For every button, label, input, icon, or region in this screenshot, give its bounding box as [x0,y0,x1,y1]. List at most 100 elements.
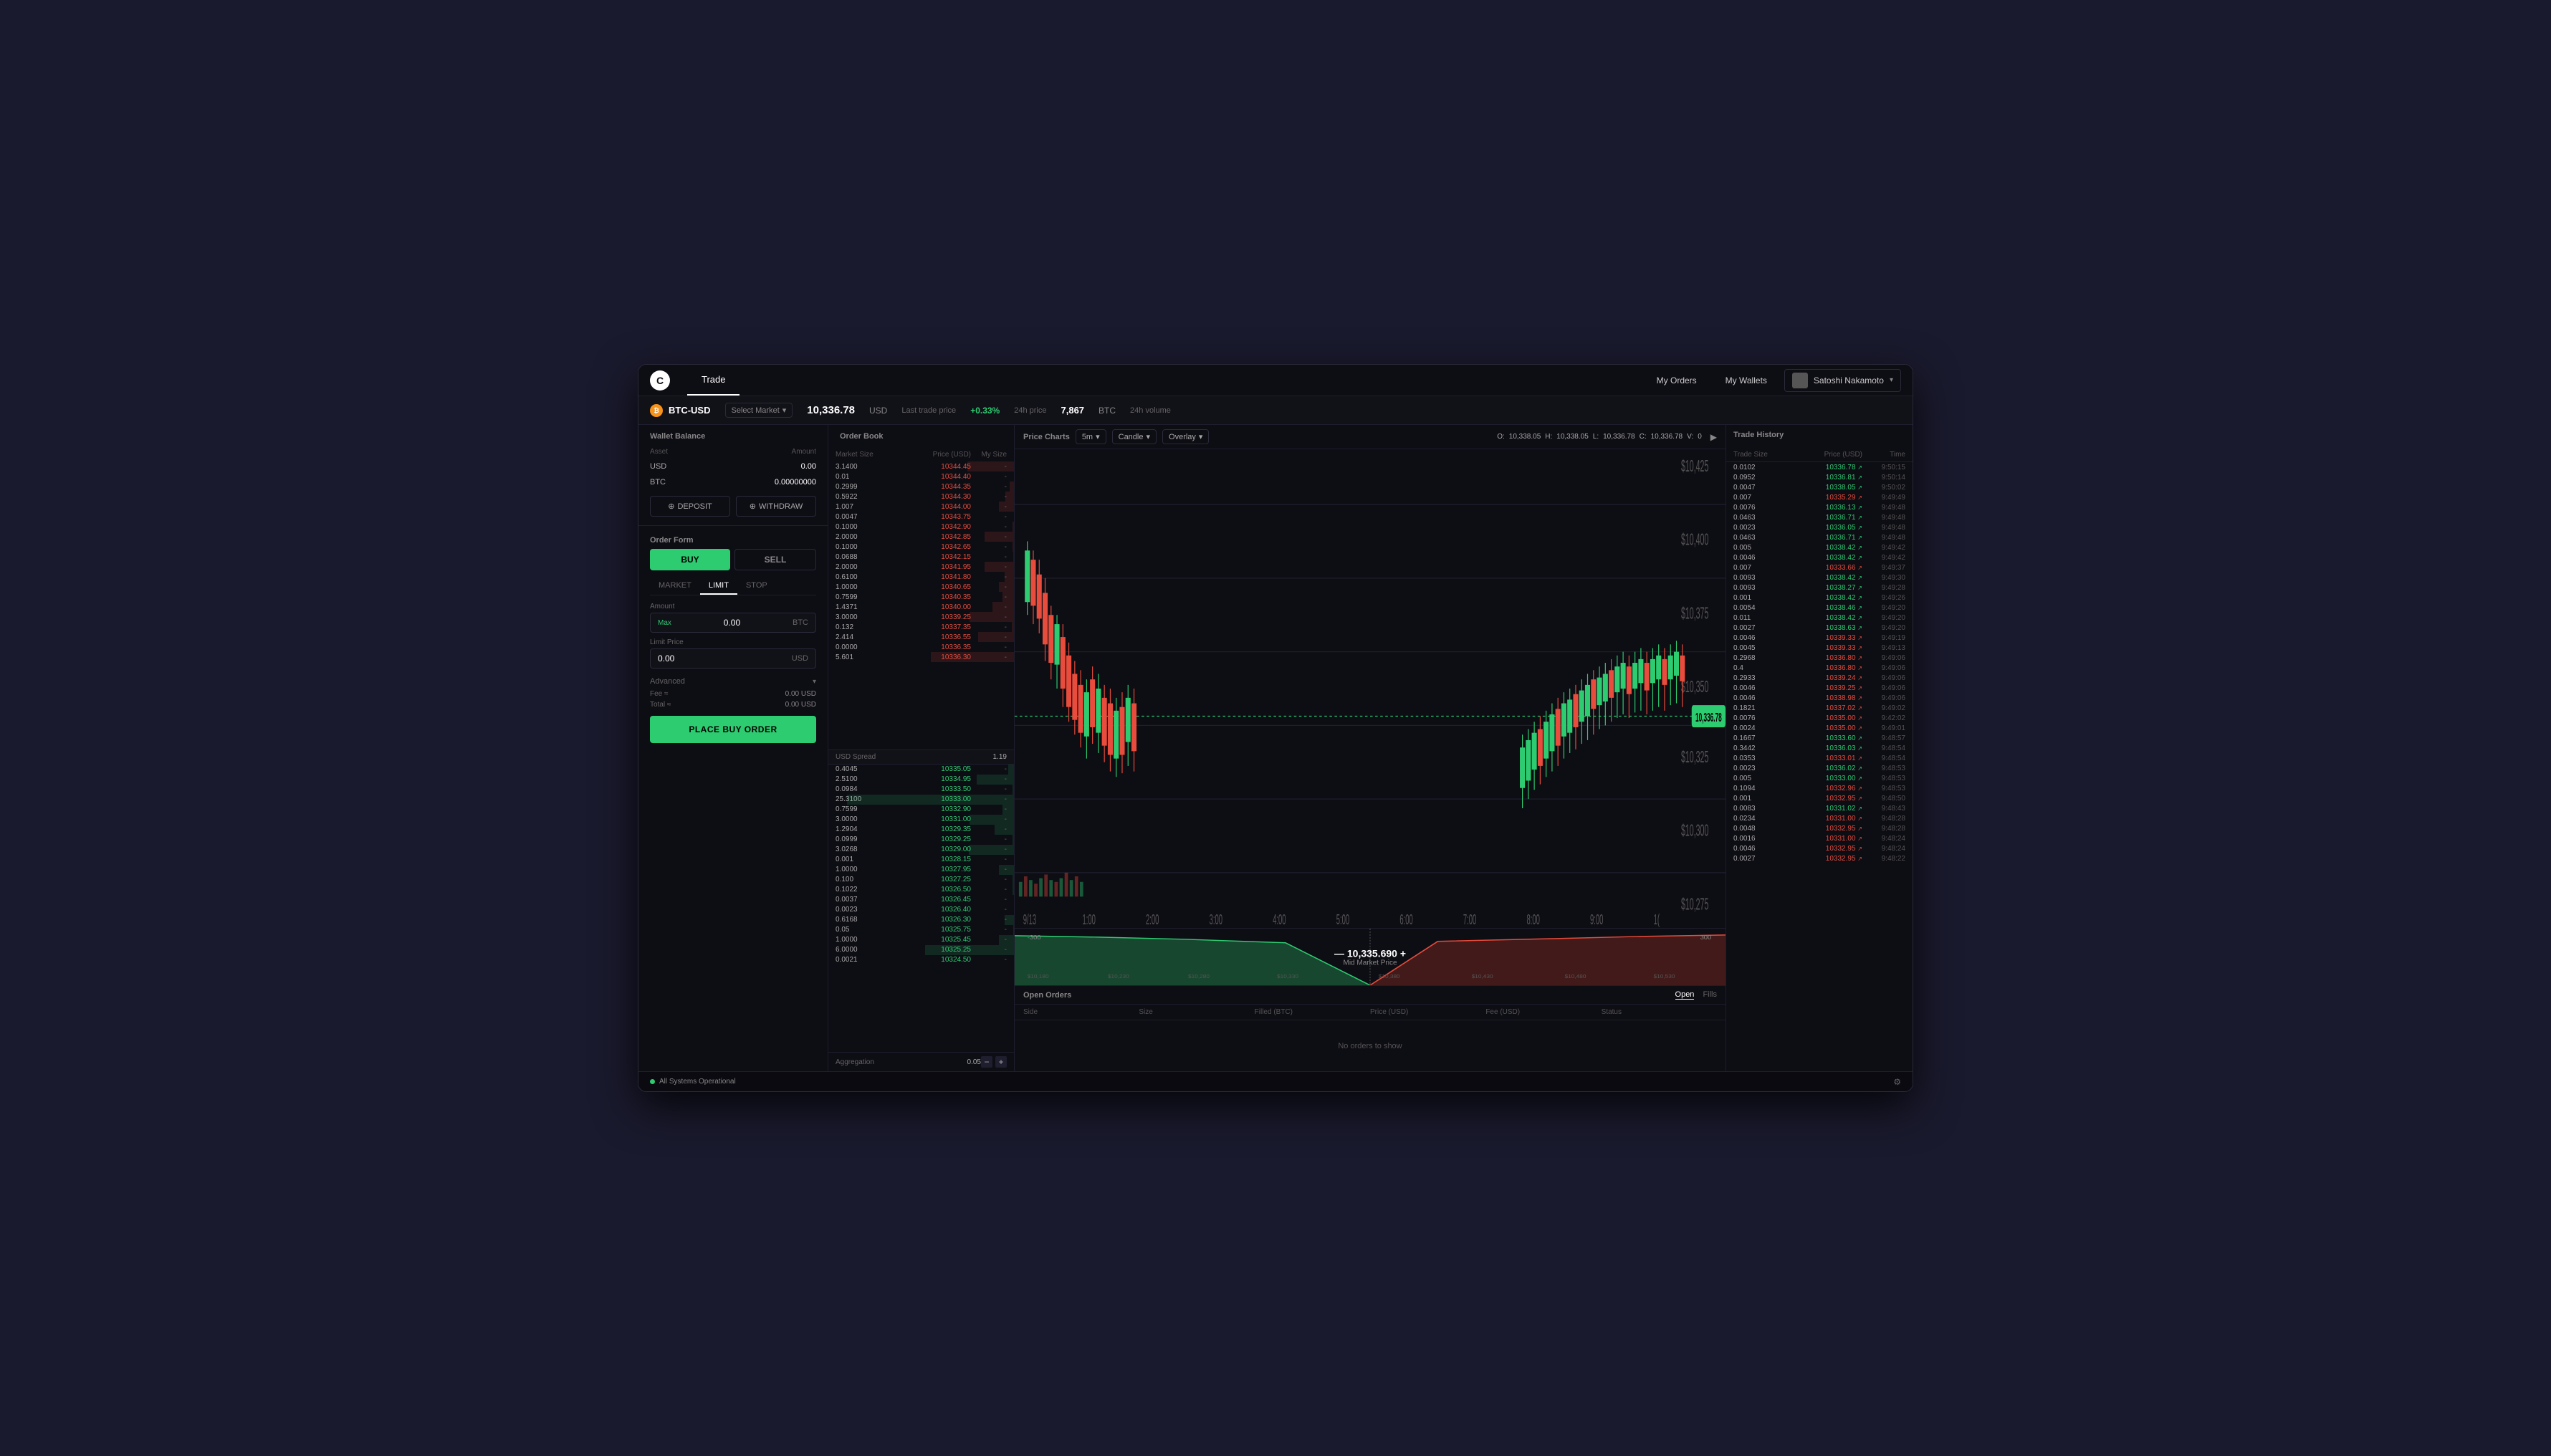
ask-row[interactable]: 0.6100 10341.80 - [828,572,1014,582]
trade-price: 10332.95 ↗ [1798,845,1862,853]
ask-row[interactable]: 3.0000 10339.25 - [828,612,1014,622]
trade-time: 9:48:54 [1862,755,1905,762]
bid-row[interactable]: 1.0000 10325.45 - [828,935,1014,945]
wallet-actions: ⊕ DEPOSIT ⊕ WITHDRAW [638,490,828,522]
ask-my-size: - [971,523,1007,531]
bid-row[interactable]: 1.0000 10327.95 - [828,865,1014,875]
bid-row[interactable]: 0.6168 10326.30 - [828,915,1014,925]
up-arrow-icon: ↗ [1857,535,1862,541]
trade-size: 0.0234 [1733,815,1798,823]
gear-icon[interactable]: ⚙ [1893,1077,1901,1087]
place-buy-order-button[interactable]: PLACE BUY ORDER [650,716,816,743]
up-arrow-icon: ↗ [1857,555,1862,561]
bid-row[interactable]: 3.0000 10331.00 - [828,815,1014,825]
ask-row[interactable]: 0.7599 10340.35 - [828,592,1014,602]
decrease-aggregation-button[interactable]: − [981,1056,992,1068]
open-tab[interactable]: Open [1675,990,1695,1000]
svg-text:-300: -300 [1028,934,1041,941]
bid-rows: 0.4045 10335.05 - 2.5100 10334.95 - 0.09… [828,765,1014,1053]
trade-price: 10333.60 ↗ [1798,734,1862,742]
ask-row[interactable]: 2.0000 10341.95 - [828,562,1014,572]
stop-tab[interactable]: STOP [737,578,776,595]
max-link[interactable]: Max [658,619,671,627]
fills-tab[interactable]: Fills [1703,990,1717,1000]
bid-row[interactable]: 1.2904 10329.35 - [828,825,1014,835]
ask-row[interactable]: 3.1400 10344.45 - [828,461,1014,471]
advanced-row[interactable]: Advanced ▾ [638,674,828,689]
bid-row[interactable]: 0.0984 10333.50 - [828,785,1014,795]
h-label: H: [1545,433,1552,441]
amount-usd: 0.00 [712,459,828,474]
ask-row[interactable]: 0.0047 10343.75 - [828,512,1014,522]
chevron-down-icon: ▾ [1146,432,1150,441]
ask-size: 1.007 [836,503,906,511]
user-area[interactable]: Satoshi Nakamoto ▾ [1784,369,1901,392]
down-arrow-icon: ↗ [1857,715,1862,722]
bid-row[interactable]: 0.1022 10326.50 - [828,885,1014,895]
l-value: 10,336.78 [1603,433,1635,441]
trade-time: 9:48:57 [1862,734,1905,742]
bid-row[interactable]: 25.3100 10333.00 - [828,795,1014,805]
bid-row[interactable]: 0.0021 10324.50 - [828,955,1014,965]
ask-row[interactable]: 0.0000 10336.35 - [828,642,1014,652]
bid-row[interactable]: 6.0000 10325.25 - [828,945,1014,955]
bid-row[interactable]: 3.0268 10329.00 - [828,845,1014,855]
ask-my-size: - [971,513,1007,521]
deposit-button[interactable]: ⊕ DEPOSIT [650,496,730,517]
overlay-selector[interactable]: Overlay ▾ [1162,429,1209,444]
limit-price-input[interactable]: 0.00 USD [650,648,816,669]
bid-row[interactable]: 0.7599 10332.90 - [828,805,1014,815]
svg-text:$10,375: $10,375 [1681,604,1708,623]
nav-tab-trade[interactable]: Trade [687,365,740,396]
bid-row[interactable]: 0.05 10325.75 - [828,925,1014,935]
limit-tab[interactable]: LIMIT [700,578,737,595]
my-wallets-button[interactable]: My Wallets [1714,371,1779,390]
bid-my-size: - [971,805,1007,813]
ask-row[interactable]: 0.1000 10342.90 - [828,522,1014,532]
ask-row[interactable]: 1.0000 10340.65 - [828,582,1014,592]
sell-tab[interactable]: SELL [734,549,816,570]
ask-my-size: - [971,473,1007,481]
withdraw-button[interactable]: ⊕ WITHDRAW [736,496,816,517]
bid-row[interactable]: 0.001 10328.15 - [828,855,1014,865]
trade-price: 10338.05 ↗ [1798,484,1862,492]
market-tab[interactable]: MARKET [650,578,700,595]
ask-row[interactable]: 0.5922 10344.30 - [828,492,1014,502]
bid-row[interactable]: 0.4045 10335.05 - [828,765,1014,775]
h-value: 10,338.05 [1556,433,1589,441]
candle-type-selector[interactable]: Candle ▾ [1112,429,1157,444]
ask-row[interactable]: 0.2999 10344.35 - [828,482,1014,492]
bid-row[interactable]: 0.0023 10326.40 - [828,905,1014,915]
market-select[interactable]: Select Market ▾ [725,403,793,418]
order-book: Order Book Market Size Price (USD) My Si… [828,425,1015,1071]
trade-price: 10338.46 ↗ [1798,604,1862,612]
svg-text:3:00: 3:00 [1210,912,1222,928]
ask-size: 2.0000 [836,533,906,541]
ask-row[interactable]: 0.1000 10342.65 - [828,542,1014,552]
bid-row[interactable]: 0.0037 10326.45 - [828,895,1014,905]
o-value: 10,338.05 [1509,433,1541,441]
ask-row[interactable]: 0.132 10337.35 - [828,622,1014,632]
trade-history-row: 0.1667 10333.60 ↗ 9:48:57 [1726,733,1913,743]
trade-history-row: 0.0102 10336.78 ↗ 9:50:15 [1726,462,1913,472]
my-orders-button[interactable]: My Orders [1645,371,1708,390]
timeframe-selector[interactable]: 5m ▾ [1076,429,1106,444]
bid-my-size: - [971,916,1007,924]
price-col: Price (USD) [1370,1008,1485,1016]
buy-tab[interactable]: BUY [650,549,730,570]
bid-row[interactable]: 0.100 10327.25 - [828,875,1014,885]
ask-row[interactable]: 1.007 10344.00 - [828,502,1014,512]
bid-row[interactable]: 2.5100 10334.95 - [828,775,1014,785]
trade-time: 9:50:02 [1862,484,1905,492]
ask-row[interactable]: 5.601 10336.30 - [828,652,1014,662]
ask-row[interactable]: 2.414 10336.55 - [828,632,1014,642]
increase-aggregation-button[interactable]: + [995,1056,1007,1068]
next-icon[interactable]: ▶ [1710,432,1717,442]
ask-row[interactable]: 0.01 10344.40 - [828,471,1014,482]
bid-row[interactable]: 0.0999 10329.25 - [828,835,1014,845]
ask-row[interactable]: 2.0000 10342.85 - [828,532,1014,542]
ask-row[interactable]: 1.4371 10340.00 - [828,602,1014,612]
ask-row[interactable]: 0.0688 10342.15 - [828,552,1014,562]
amount-input[interactable]: Max 0.00 BTC [650,613,816,633]
trade-price: 10338.63 ↗ [1798,624,1862,632]
